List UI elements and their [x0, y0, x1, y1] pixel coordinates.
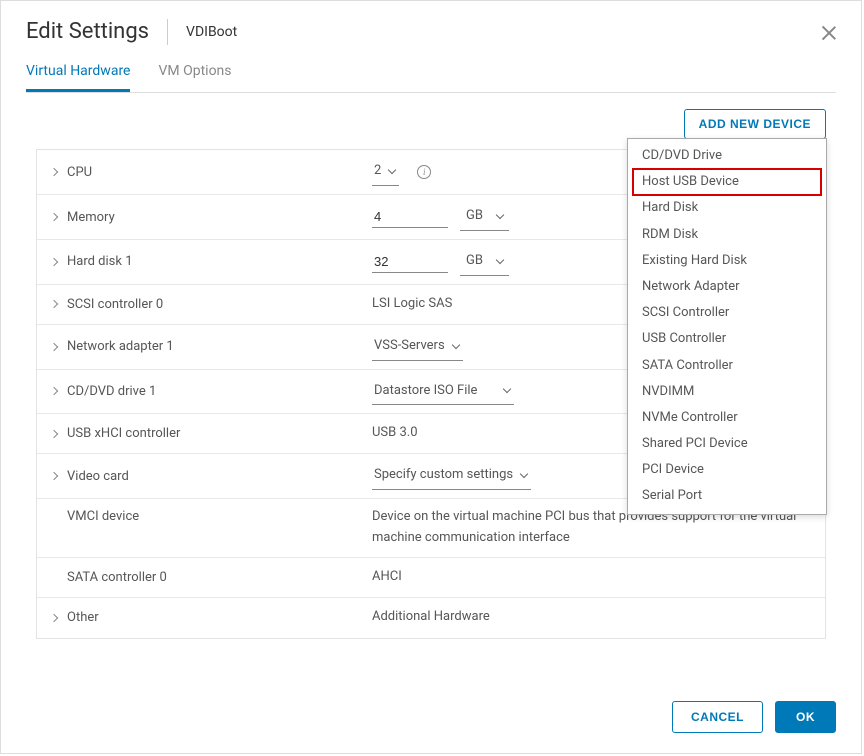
menu-item-pci-device[interactable]: PCI Device [628, 457, 826, 483]
network-select[interactable]: VSS-Servers [372, 333, 463, 361]
unit-text: GB [466, 206, 483, 227]
dialog-footer: CANCEL OK [672, 701, 836, 733]
tab-vm-options[interactable]: VM Options [158, 63, 231, 92]
chevron-right-icon [50, 614, 58, 622]
close-icon[interactable] [819, 23, 839, 43]
menu-item-host-usb-device[interactable]: Host USB Device [632, 168, 822, 196]
tab-virtual-hardware[interactable]: Virtual Hardware [26, 63, 130, 92]
chevron-down-icon [503, 385, 511, 393]
video-select[interactable]: Specify custom settings [372, 462, 531, 490]
chevron-down-icon [520, 470, 528, 478]
video-value: Specify custom settings [374, 465, 513, 486]
ok-button[interactable]: OK [775, 701, 836, 733]
row-label[interactable]: USB xHCI controller [37, 426, 372, 441]
row-value: Additional Hardware [372, 607, 825, 628]
menu-item-sata-controller[interactable]: SATA Controller [628, 353, 826, 379]
chevron-right-icon [50, 213, 58, 221]
chevron-right-icon [50, 387, 58, 395]
chevron-down-icon [388, 166, 396, 174]
dialog-title: Edit Settings [26, 19, 168, 45]
menu-item-existing-hard-disk[interactable]: Existing Hard Disk [628, 248, 826, 274]
label-text: Memory [67, 210, 115, 225]
label-text: Hard disk 1 [67, 254, 133, 269]
label-text: CPU [67, 165, 92, 180]
row-label[interactable]: Other [37, 610, 372, 625]
chevron-right-icon [50, 300, 58, 308]
memory-unit-select[interactable]: GB [460, 203, 509, 231]
chevron-right-icon [50, 342, 58, 350]
row-other: Other Additional Hardware [37, 598, 825, 638]
unit-text: GB [466, 251, 483, 272]
memory-input[interactable] [372, 206, 448, 228]
label-text: Network adapter 1 [67, 339, 174, 354]
menu-item-shared-pci-device[interactable]: Shared PCI Device [628, 431, 826, 457]
tabs: Virtual Hardware VM Options [26, 63, 836, 93]
row-label[interactable]: Network adapter 1 [37, 339, 372, 354]
cpu-value: 2 [374, 161, 381, 182]
row-label[interactable]: SCSI controller 0 [37, 297, 372, 312]
chevron-right-icon [50, 258, 58, 266]
edit-settings-dialog: Edit Settings VDIBoot Virtual Hardware V… [0, 0, 862, 754]
menu-item-serial-port[interactable]: Serial Port [628, 483, 826, 509]
label-text: CD/DVD drive 1 [67, 384, 156, 399]
label-text: USB xHCI controller [67, 426, 180, 441]
vm-name: VDIBoot [186, 24, 237, 40]
menu-item-scsi-controller[interactable]: SCSI Controller [628, 300, 826, 326]
chevron-down-icon [451, 340, 459, 348]
row-sata-controller-0: SATA controller 0 AHCI [37, 558, 825, 598]
menu-item-rdm-disk[interactable]: RDM Disk [628, 222, 826, 248]
chevron-right-icon [50, 430, 58, 438]
menu-item-usb-controller[interactable]: USB Controller [628, 326, 826, 352]
row-label: VMCI device [37, 507, 372, 524]
label-text: Video card [67, 469, 129, 484]
row-label: SATA controller 0 [37, 570, 372, 585]
harddisk-unit-select[interactable]: GB [460, 248, 509, 276]
label-text: Other [67, 610, 99, 625]
cpu-select[interactable]: 2 [372, 158, 399, 186]
label-text: SCSI controller 0 [67, 297, 163, 312]
cancel-button[interactable]: CANCEL [672, 701, 763, 733]
toolbar: ADD NEW DEVICE [26, 109, 826, 139]
chevron-down-icon [496, 256, 504, 264]
add-new-device-button[interactable]: ADD NEW DEVICE [684, 109, 826, 139]
menu-item-nvdimm[interactable]: NVDIMM [628, 379, 826, 405]
info-icon[interactable]: i [417, 165, 431, 179]
row-label[interactable]: CPU [37, 165, 372, 180]
cddvd-value: Datastore ISO File [374, 381, 477, 402]
label-text: SATA controller 0 [67, 570, 167, 585]
network-value: VSS-Servers [374, 336, 445, 357]
chevron-right-icon [50, 168, 58, 176]
row-value: AHCI [372, 567, 825, 588]
add-device-menu: CD/DVD Drive Host USB Device Hard Disk R… [627, 138, 827, 515]
label-text: VMCI device [67, 509, 139, 524]
menu-item-cddvd-drive[interactable]: CD/DVD Drive [628, 143, 826, 169]
menu-item-hard-disk[interactable]: Hard Disk [628, 195, 826, 221]
row-label[interactable]: Hard disk 1 [37, 254, 372, 269]
row-label[interactable]: CD/DVD drive 1 [37, 384, 372, 399]
menu-item-nvme-controller[interactable]: NVMe Controller [628, 405, 826, 431]
chevron-right-icon [50, 472, 58, 480]
menu-item-network-adapter[interactable]: Network Adapter [628, 274, 826, 300]
dialog-header: Edit Settings VDIBoot [26, 19, 836, 45]
cddvd-select[interactable]: Datastore ISO File [372, 378, 514, 406]
row-label[interactable]: Video card [37, 469, 372, 484]
chevron-down-icon [496, 211, 504, 219]
harddisk-input[interactable] [372, 251, 448, 273]
row-label[interactable]: Memory [37, 210, 372, 225]
